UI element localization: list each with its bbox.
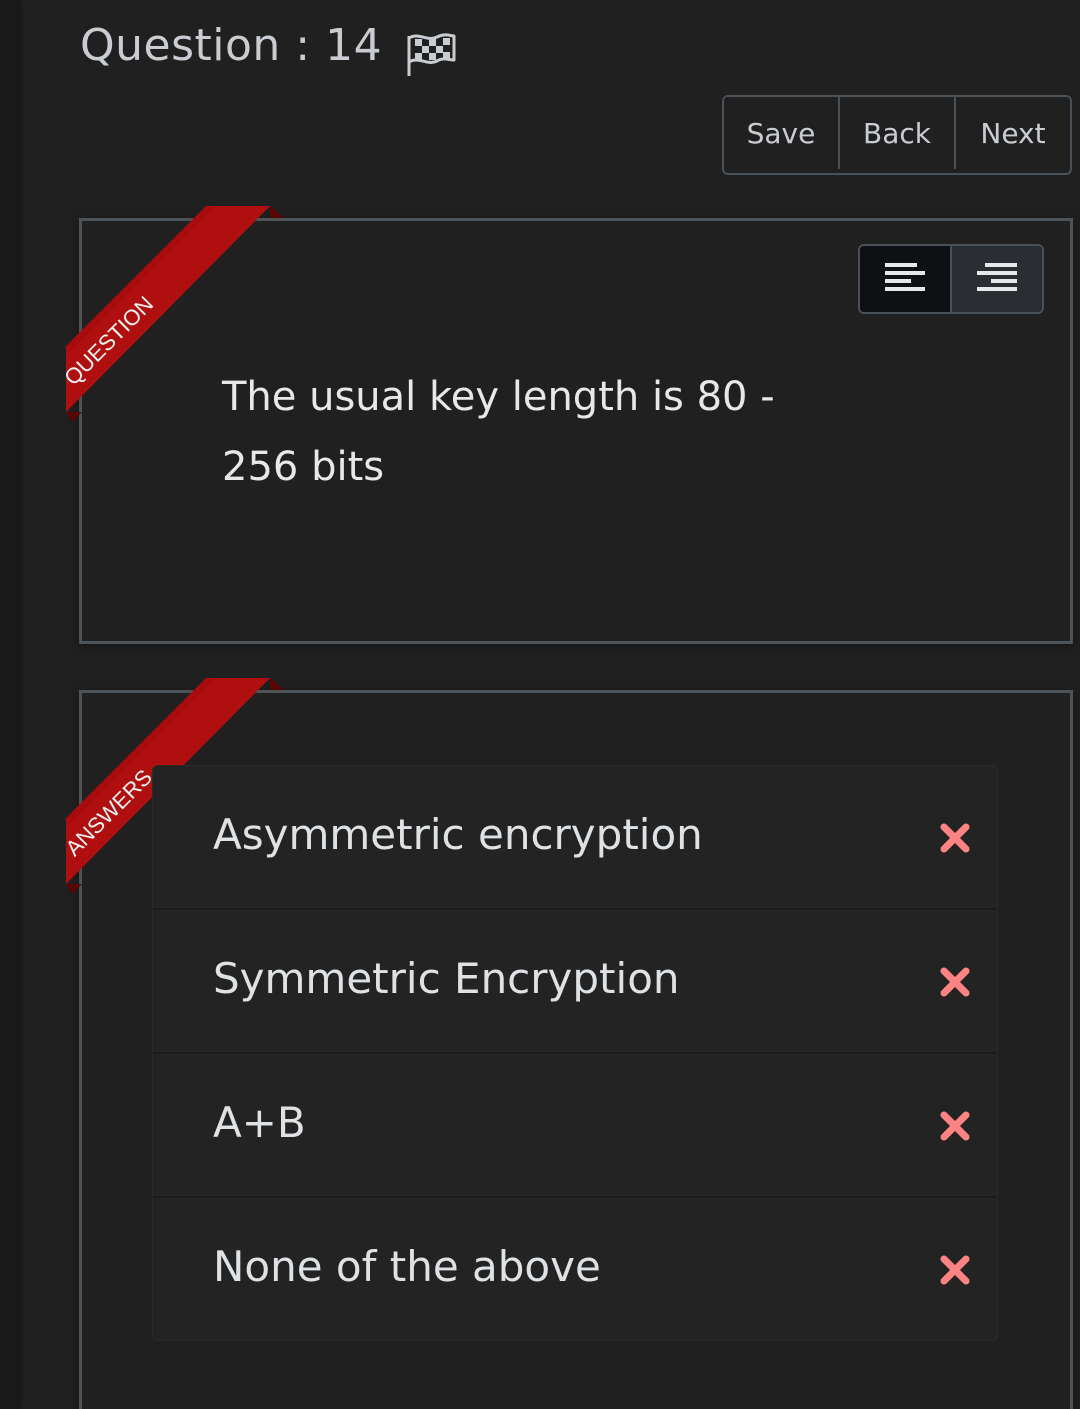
question-text: The usual key length is 80 - 256 bits <box>222 374 775 490</box>
answers-list: Asymmetric encryption Symmetric Encrypti… <box>152 765 998 1341</box>
next-button[interactable]: Next <box>954 97 1070 169</box>
answer-option[interactable]: Symmetric Encryption <box>153 908 997 1052</box>
answer-text: A+B <box>213 1098 306 1147</box>
answer-text: Asymmetric encryption <box>213 810 703 859</box>
answer-option[interactable]: Asymmetric encryption <box>153 766 997 908</box>
nav-button-group: Save Back Next <box>722 95 1072 175</box>
x-icon <box>940 823 970 853</box>
answer-text: Symmetric Encryption <box>213 954 680 1003</box>
answer-text: None of the above <box>213 1242 601 1291</box>
align-left-button[interactable] <box>860 246 950 312</box>
align-right-icon <box>977 263 1017 291</box>
answer-option[interactable]: A+B <box>153 1052 997 1196</box>
answer-option[interactable]: None of the above <box>153 1196 997 1340</box>
checkered-flag-icon[interactable] <box>405 30 457 78</box>
align-left-icon <box>885 263 925 291</box>
align-right-button[interactable] <box>950 246 1042 312</box>
back-button[interactable]: Back <box>838 97 954 169</box>
left-edge-shadow <box>0 0 18 1409</box>
save-button[interactable]: Save <box>724 97 838 169</box>
x-icon <box>940 967 970 997</box>
x-icon <box>940 1111 970 1141</box>
x-icon <box>940 1255 970 1285</box>
quiz-page: Question : 14 Save Back Next QUESTION Th… <box>0 0 1080 1409</box>
question-number-title: Question : 14 <box>80 20 383 71</box>
text-align-toggle <box>858 244 1044 314</box>
